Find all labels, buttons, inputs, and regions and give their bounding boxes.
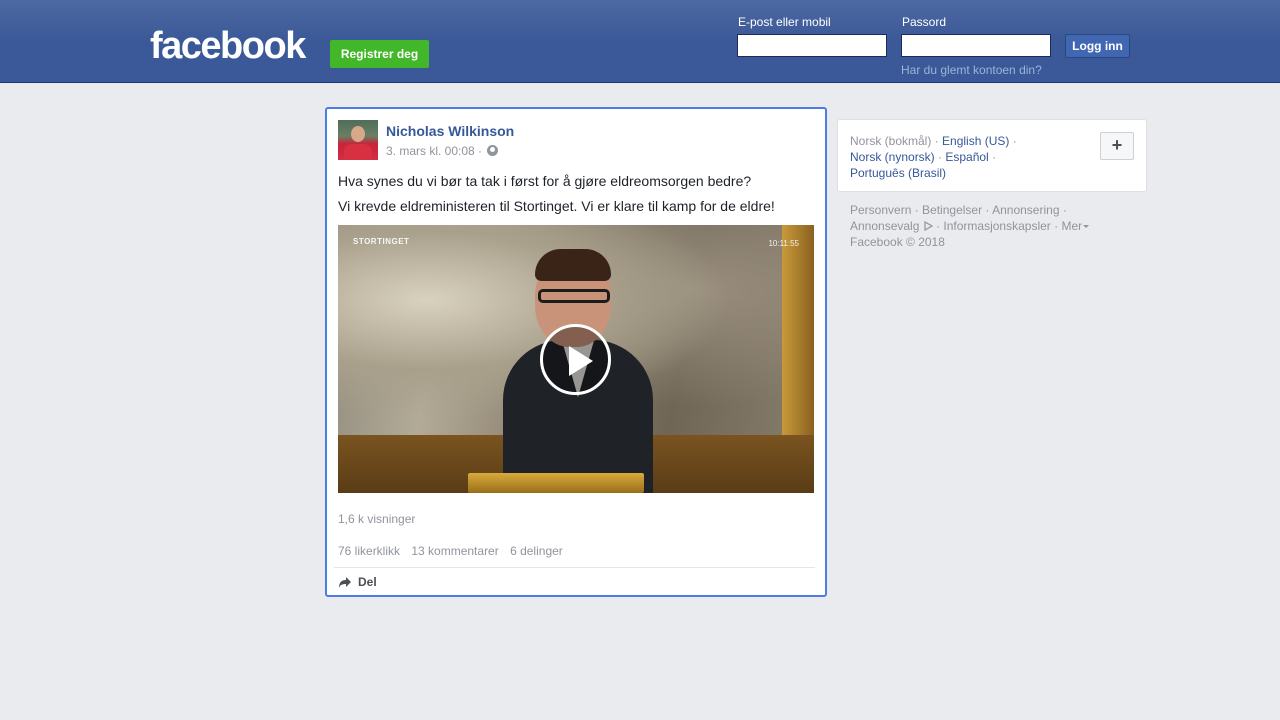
language-english-us[interactable]: English (US) [942, 134, 1009, 148]
language-portugues-brasil[interactable]: Português (Brasil) [850, 166, 946, 180]
post-timestamp[interactable]: 3. mars kl. 00:08 · [386, 144, 499, 158]
video-hair [535, 249, 611, 281]
footer: Personvern · Betingelser · Annonsering ·… [850, 202, 1140, 250]
post-card: Nicholas Wilkinson 3. mars kl. 00:08 · H… [325, 107, 827, 597]
adchoices-icon [924, 221, 933, 231]
share-button[interactable]: Del [338, 575, 377, 589]
video-clock: 10:11:55 [768, 239, 799, 248]
language-espanol[interactable]: Español [945, 150, 988, 164]
comment-count[interactable]: 13 kommentarer [411, 544, 498, 558]
video-podium [468, 473, 644, 493]
like-count[interactable]: 76 likerklikk [338, 544, 400, 558]
post-timestamp-text: 3. mars kl. 00:08 · [386, 144, 483, 158]
share-arrow-icon [339, 577, 351, 588]
footer-link-adchoices-label: Annonsevalg [850, 219, 920, 233]
footer-link-more-label: Mer [1061, 219, 1083, 233]
globe-icon [487, 145, 499, 156]
video-player[interactable]: STORTINGET 10:11:55 [338, 225, 814, 493]
footer-link-advertising[interactable]: Annonsering [992, 203, 1059, 217]
post-text-line1: Hva synes du vi bør ta tak i først for å… [338, 173, 752, 189]
post-author[interactable]: Nicholas Wilkinson [386, 123, 514, 139]
language-current: Norsk (bokmål) [850, 134, 932, 148]
chevron-down-icon [1083, 225, 1090, 228]
post-stats: 76 likerklikk 13 kommentarer 6 delinger [338, 544, 571, 558]
language-box: Norsk (bokmål) · English (US) · Norsk (n… [837, 119, 1147, 192]
forgot-account-link[interactable]: Har du glemt kontoen din? [901, 63, 1042, 77]
copyright: Facebook © 2018 [850, 235, 945, 249]
share-label: Del [358, 575, 377, 589]
password-field[interactable] [901, 34, 1051, 57]
divider [334, 567, 815, 568]
email-field[interactable] [737, 34, 887, 57]
footer-link-cookies[interactable]: Informasjonskapsler [943, 219, 1050, 233]
post-text-line2: Vi krevde eldreministeren til Stortinget… [338, 198, 775, 214]
facebook-logo[interactable]: facebook [150, 26, 306, 66]
video-channel-label: STORTINGET [353, 237, 410, 246]
language-norsk-nynorsk[interactable]: Norsk (nynorsk) [850, 150, 935, 164]
play-icon[interactable] [540, 324, 611, 395]
avatar[interactable] [338, 120, 378, 160]
footer-link-terms[interactable]: Betingelser [922, 203, 982, 217]
login-button[interactable]: Logg inn [1065, 34, 1130, 58]
avatar-shirt [344, 144, 372, 160]
language-list: Norsk (bokmål) · English (US) · Norsk (n… [850, 134, 1017, 180]
footer-link-privacy[interactable]: Personvern [850, 203, 911, 217]
password-label: Passord [902, 15, 947, 29]
view-count: 1,6 k visninger [338, 512, 416, 526]
share-count[interactable]: 6 delinger [510, 544, 563, 558]
avatar-face [351, 126, 365, 142]
add-language-button[interactable]: + [1100, 132, 1134, 160]
email-label: E-post eller mobil [738, 15, 831, 29]
footer-link-adchoices[interactable]: Annonsevalg [850, 219, 933, 233]
register-button[interactable]: Registrer deg [330, 40, 429, 68]
footer-link-more[interactable]: Mer [1061, 219, 1090, 233]
top-bar: facebook Registrer deg E-post eller mobi… [0, 0, 1280, 83]
video-glasses [538, 289, 610, 303]
